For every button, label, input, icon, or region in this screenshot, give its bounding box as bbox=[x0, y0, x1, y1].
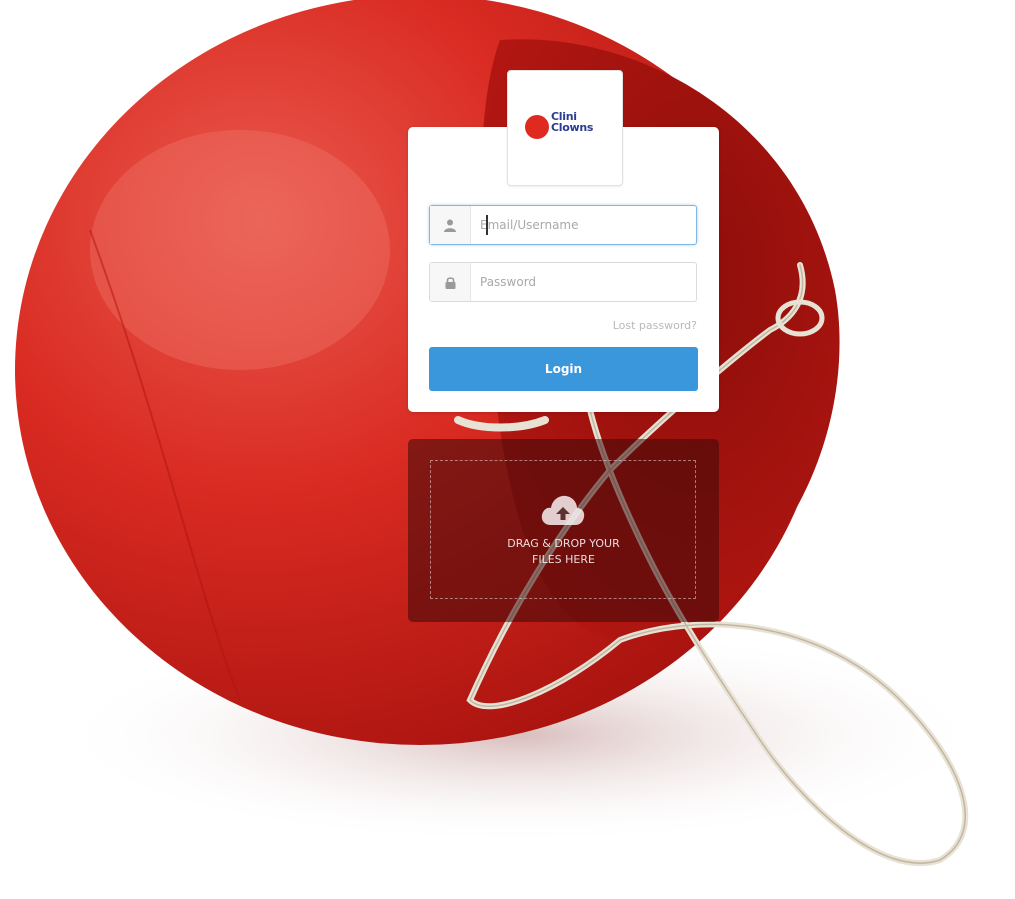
brand-logo-text: Clini Clowns bbox=[551, 110, 594, 134]
clown-nose-logo-icon bbox=[525, 115, 549, 139]
login-button[interactable]: Login bbox=[429, 347, 698, 391]
file-dropzone[interactable]: DRAG & DROP YOUR FILES HERE bbox=[408, 439, 719, 622]
password-field[interactable] bbox=[429, 262, 697, 302]
dropzone-dashed-area bbox=[430, 460, 696, 599]
user-icon bbox=[430, 206, 471, 244]
login-page: Clini Clowns Lost password? Login bbox=[0, 0, 1015, 899]
dropzone-label: DRAG & DROP YOUR FILES HERE bbox=[507, 537, 620, 566]
username-input[interactable] bbox=[480, 206, 685, 244]
lock-icon bbox=[430, 263, 471, 301]
username-field[interactable] bbox=[429, 205, 697, 245]
cloud-upload-icon bbox=[541, 495, 585, 525]
password-input[interactable] bbox=[480, 263, 685, 301]
brand-logo-card: Clini Clowns bbox=[507, 70, 623, 186]
lost-password-link[interactable]: Lost password? bbox=[613, 319, 697, 332]
text-caret bbox=[486, 215, 488, 235]
